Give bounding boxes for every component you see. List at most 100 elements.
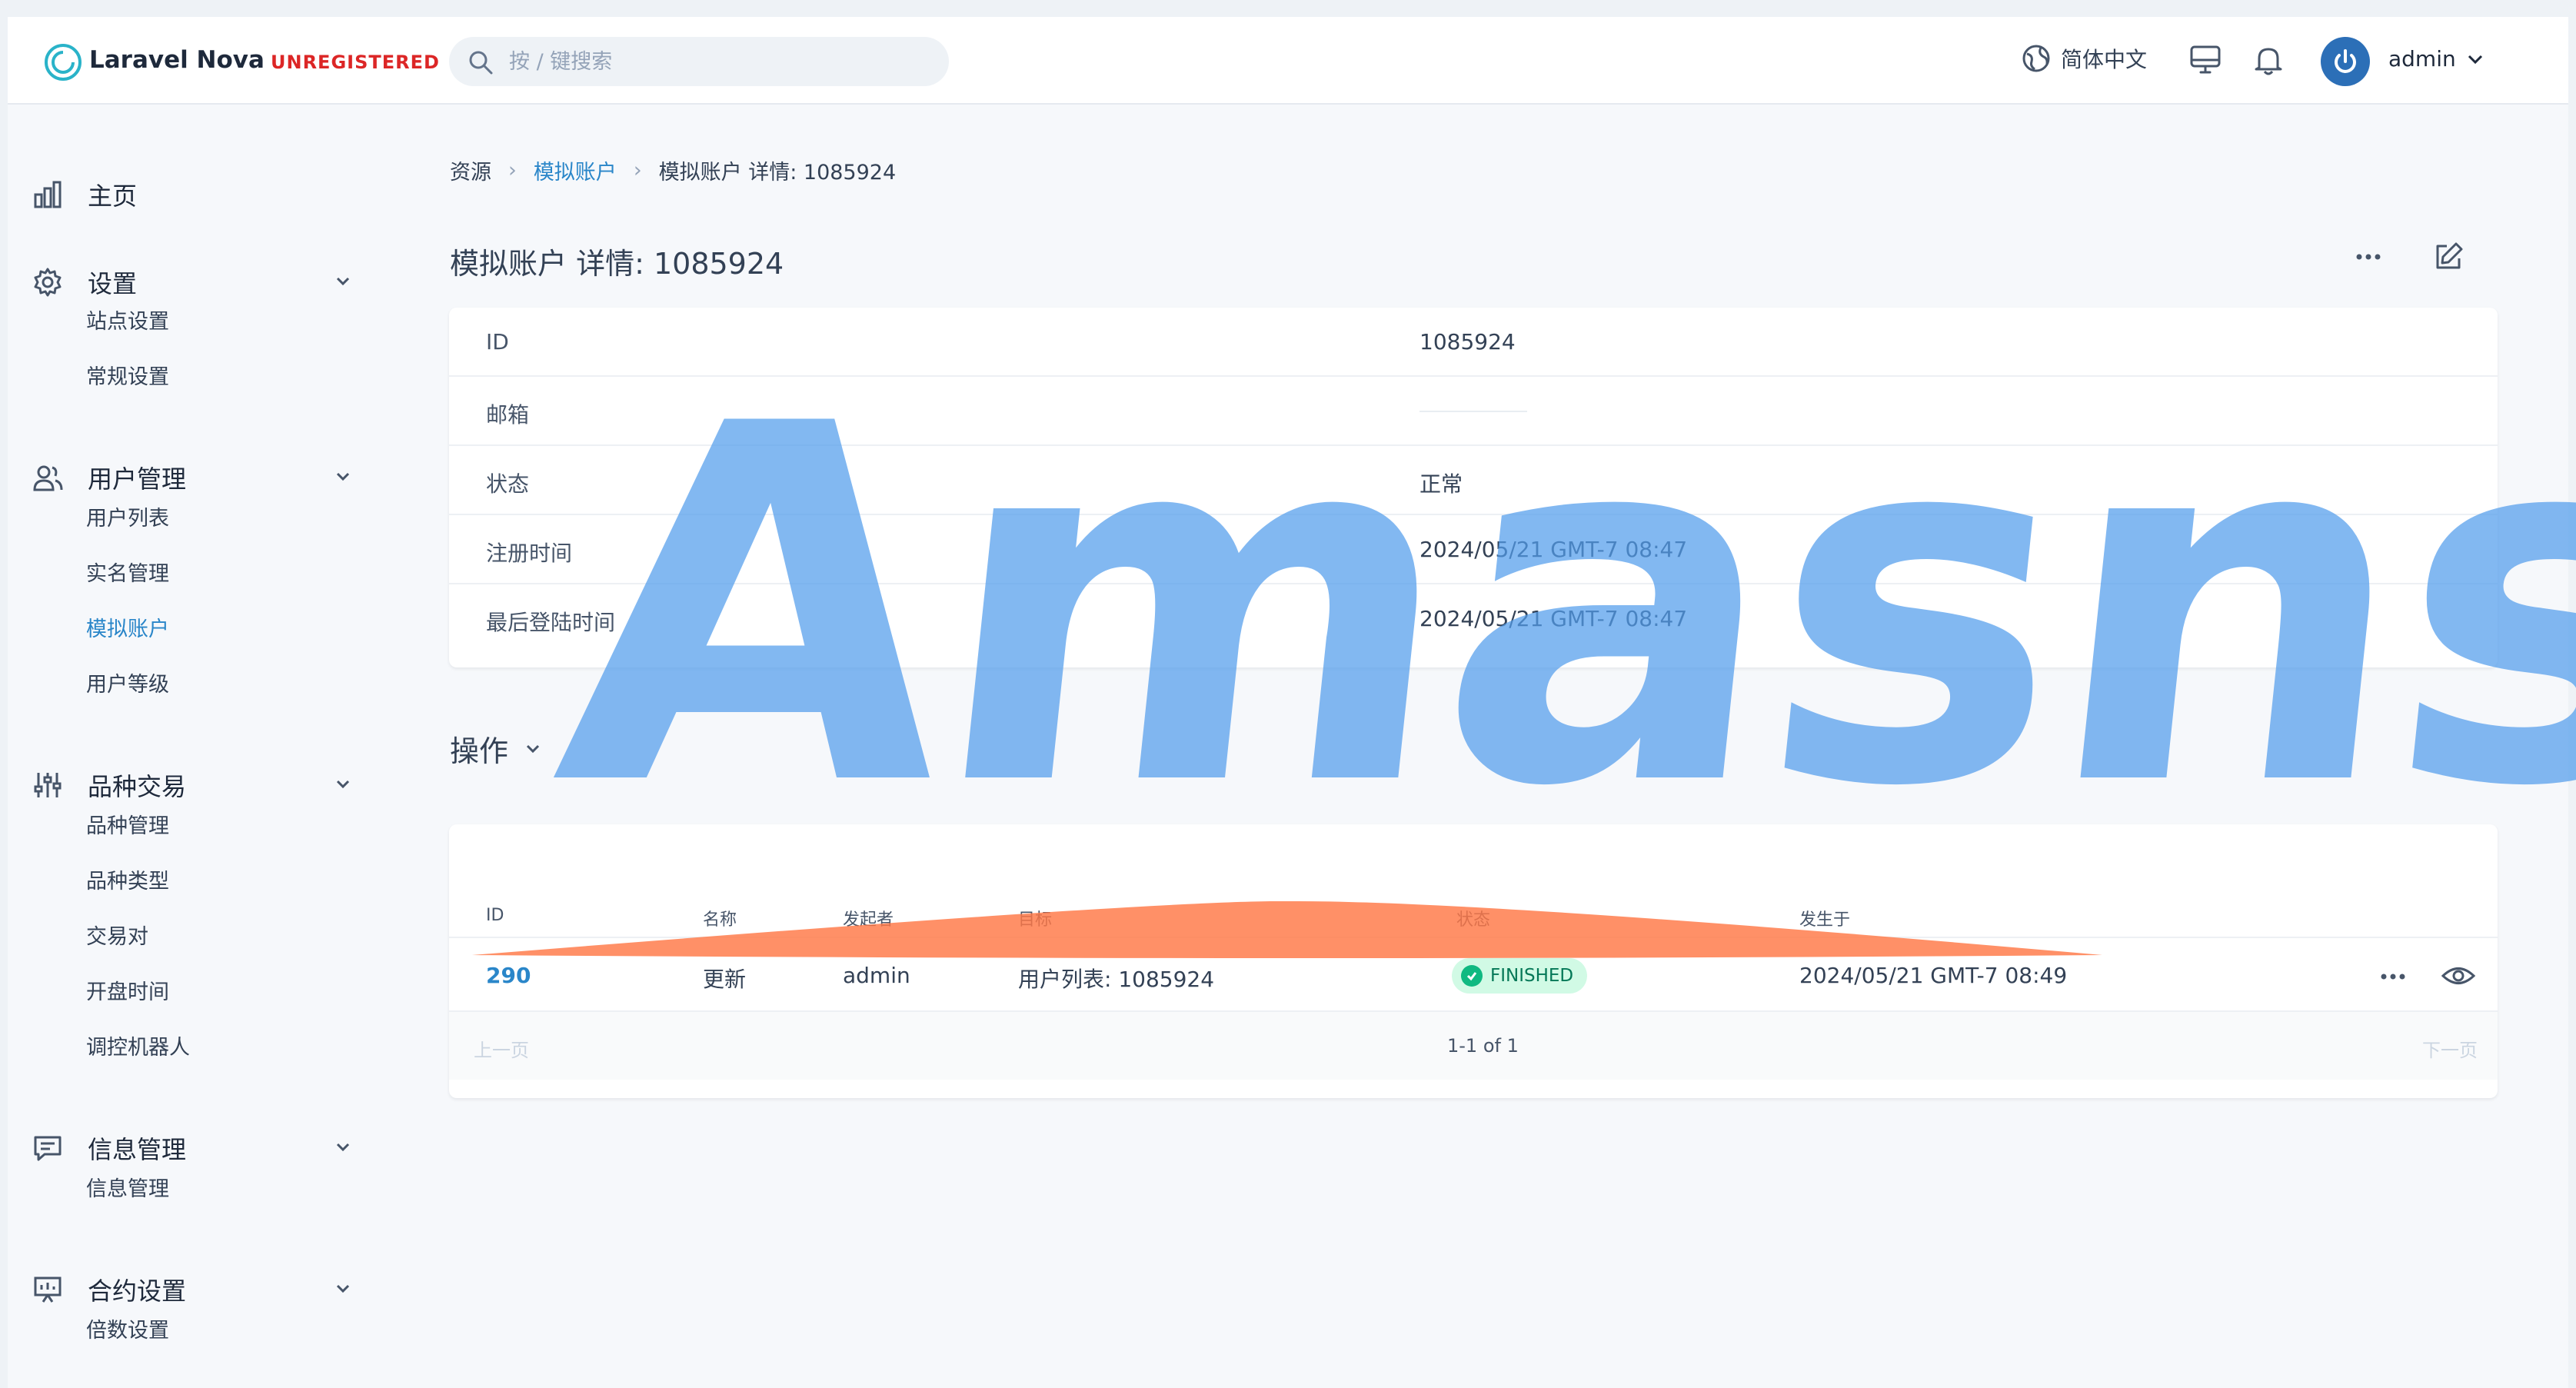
prev-page-button[interactable]: 上一页 bbox=[474, 1035, 529, 1062]
page-title: 模拟账户 详情: 1085924 bbox=[450, 247, 784, 281]
actions-section-title: 操作 bbox=[450, 734, 509, 768]
actions-table: ID 名称 发起者 目标 状态 发生于 290 更新 admin 用户列表: 1… bbox=[449, 824, 2498, 1098]
row-time: 2024/05/21 GMT-7 08:49 bbox=[1799, 963, 2068, 988]
detail-panel: ID 1085924 邮箱 状态 正常 注册时间 2024/05/21 GMT-… bbox=[449, 308, 2498, 667]
brand-name[interactable]: Laravel Nova bbox=[89, 46, 265, 74]
nav-contracts[interactable]: 合约设置 bbox=[31, 1272, 354, 1307]
nav-users[interactable]: 用户管理 bbox=[31, 460, 354, 495]
sidebar-item-product-types[interactable]: 品种类型 bbox=[86, 864, 169, 894]
nav-trading[interactable]: 品种交易 bbox=[31, 767, 354, 803]
sidebar-item-site-settings[interactable]: 站点设置 bbox=[86, 305, 169, 335]
pagination: 上一页 1-1 of 1 下一页 bbox=[449, 1012, 2498, 1080]
language-switcher[interactable]: 简体中文 bbox=[2021, 43, 2147, 74]
edit-icon[interactable] bbox=[2431, 240, 2465, 274]
avatar[interactable] bbox=[2321, 37, 2370, 86]
globe-icon bbox=[2022, 45, 2050, 72]
chevron-right-icon: › bbox=[633, 158, 642, 182]
breadcrumb-demo-accounts[interactable]: 模拟账户 bbox=[534, 155, 617, 185]
breadcrumb-resources[interactable]: 资源 bbox=[450, 155, 491, 185]
bell-icon[interactable] bbox=[2252, 43, 2285, 77]
nav-settings-label: 设置 bbox=[88, 269, 138, 298]
status-badge: FINISHED bbox=[1452, 958, 1588, 994]
nav-trading-label: 品种交易 bbox=[88, 772, 187, 801]
nav-users-label: 用户管理 bbox=[88, 464, 187, 494]
gear-icon bbox=[34, 268, 62, 297]
more-horizontal-icon[interactable] bbox=[2378, 961, 2408, 992]
chevron-right-icon: › bbox=[508, 158, 517, 182]
nav-home[interactable]: 主页 bbox=[31, 177, 354, 212]
breadcrumb-current: 模拟账户 详情: 1085924 bbox=[658, 161, 897, 185]
chevron-down-icon[interactable] bbox=[332, 774, 354, 795]
detail-key: 邮箱 bbox=[486, 402, 530, 428]
user-name: admin bbox=[2388, 46, 2456, 72]
detail-row-id: ID 1085924 bbox=[449, 308, 2498, 377]
detail-row-registered: 注册时间 2024/05/21 GMT-7 08:47 bbox=[449, 515, 2498, 584]
sidebar-item-trading-pairs[interactable]: 交易对 bbox=[86, 920, 148, 950]
detail-value-empty bbox=[1419, 411, 1527, 412]
chevron-down-icon[interactable] bbox=[332, 1137, 354, 1158]
sidebar-item-user-list[interactable]: 用户列表 bbox=[86, 501, 169, 531]
row-initiator: admin bbox=[843, 963, 910, 988]
sidebar-item-user-levels[interactable]: 用户等级 bbox=[86, 667, 169, 697]
sidebar-item-products[interactable]: 品种管理 bbox=[86, 809, 169, 839]
chevron-down-icon[interactable] bbox=[332, 1278, 354, 1300]
table-row[interactable]: 290 更新 admin 用户列表: 1085924 FINISHED 2024… bbox=[449, 938, 2498, 1012]
detail-value: 正常 bbox=[1419, 471, 1463, 497]
row-id-link[interactable]: 290 bbox=[486, 963, 531, 988]
detail-key: 状态 bbox=[486, 471, 530, 497]
column-header[interactable]: 状态 bbox=[1456, 906, 1490, 930]
next-page-button[interactable]: 下一页 bbox=[2422, 1035, 2478, 1062]
sidebar-item-messages[interactable]: 信息管理 bbox=[86, 1172, 169, 1202]
row-target: 用户列表: 1085924 bbox=[1018, 967, 1215, 992]
sidebar-item-control-bots[interactable]: 调控机器人 bbox=[86, 1030, 190, 1060]
sidebar-item-kyc[interactable]: 实名管理 bbox=[86, 557, 169, 587]
unregistered-badge: UNREGISTERED bbox=[271, 52, 440, 73]
search-input[interactable] bbox=[509, 45, 924, 78]
presentation-icon bbox=[34, 1276, 62, 1303]
detail-key: ID bbox=[486, 329, 509, 354]
nav-messages-label: 信息管理 bbox=[88, 1135, 187, 1164]
sliders-icon bbox=[34, 773, 62, 797]
row-name: 更新 bbox=[703, 967, 747, 992]
sidebar-item-multiplier-settings[interactable]: 倍数设置 bbox=[86, 1313, 169, 1343]
chevron-down-icon bbox=[526, 744, 540, 753]
more-horizontal-icon[interactable] bbox=[2353, 241, 2384, 272]
detail-row-last-login: 最后登陆时间 2024/05/21 GMT-7 08:47 bbox=[449, 584, 2498, 654]
table-header: ID 名称 发起者 目标 状态 发生于 bbox=[449, 898, 2498, 938]
column-header[interactable]: ID bbox=[486, 906, 504, 925]
column-header[interactable]: 名称 bbox=[703, 906, 737, 930]
message-icon bbox=[34, 1136, 62, 1161]
monitor-icon[interactable] bbox=[2188, 43, 2222, 77]
column-header[interactable]: 发生于 bbox=[1799, 906, 1850, 930]
detail-value: 2024/05/21 GMT-7 08:47 bbox=[1419, 606, 1688, 631]
check-circle-icon bbox=[1461, 965, 1483, 987]
column-header[interactable]: 发起者 bbox=[843, 906, 894, 930]
sidebar-item-opening-hours[interactable]: 开盘时间 bbox=[86, 975, 169, 1005]
column-header[interactable]: 目标 bbox=[1018, 906, 1052, 930]
detail-value: 1085924 bbox=[1419, 329, 1516, 354]
nav-settings[interactable]: 设置 bbox=[31, 265, 354, 300]
detail-key: 最后登陆时间 bbox=[486, 610, 616, 635]
breadcrumb: 资源 › 模拟账户 › 模拟账户 详情: 1085924 bbox=[450, 155, 896, 185]
detail-key: 注册时间 bbox=[486, 541, 573, 566]
bar-chart-icon bbox=[34, 181, 62, 208]
title-actions bbox=[2353, 240, 2465, 274]
user-menu[interactable]: admin bbox=[2388, 46, 2485, 72]
search-icon bbox=[469, 51, 493, 75]
chevron-down-icon[interactable] bbox=[332, 466, 354, 488]
detail-row-status: 状态 正常 bbox=[449, 446, 2498, 515]
sidebar-item-demo-accounts[interactable]: 模拟账户 bbox=[86, 612, 169, 642]
detail-value: 2024/05/21 GMT-7 08:47 bbox=[1419, 537, 1688, 562]
actions-section-toggle[interactable]: 操作 bbox=[450, 727, 544, 770]
users-icon bbox=[33, 465, 63, 491]
sidebar-item-general-settings[interactable]: 常规设置 bbox=[86, 360, 169, 390]
power-icon bbox=[2335, 49, 2356, 73]
page-info: 1-1 of 1 bbox=[1447, 1035, 1519, 1057]
nav-home-label: 主页 bbox=[88, 181, 138, 211]
chevron-down-icon bbox=[2468, 55, 2482, 64]
nav-messages[interactable]: 信息管理 bbox=[31, 1130, 354, 1166]
chevron-down-icon[interactable] bbox=[332, 271, 354, 292]
eye-icon[interactable] bbox=[2441, 960, 2476, 992]
nova-logo-icon[interactable] bbox=[42, 41, 85, 84]
global-search[interactable] bbox=[449, 37, 949, 86]
